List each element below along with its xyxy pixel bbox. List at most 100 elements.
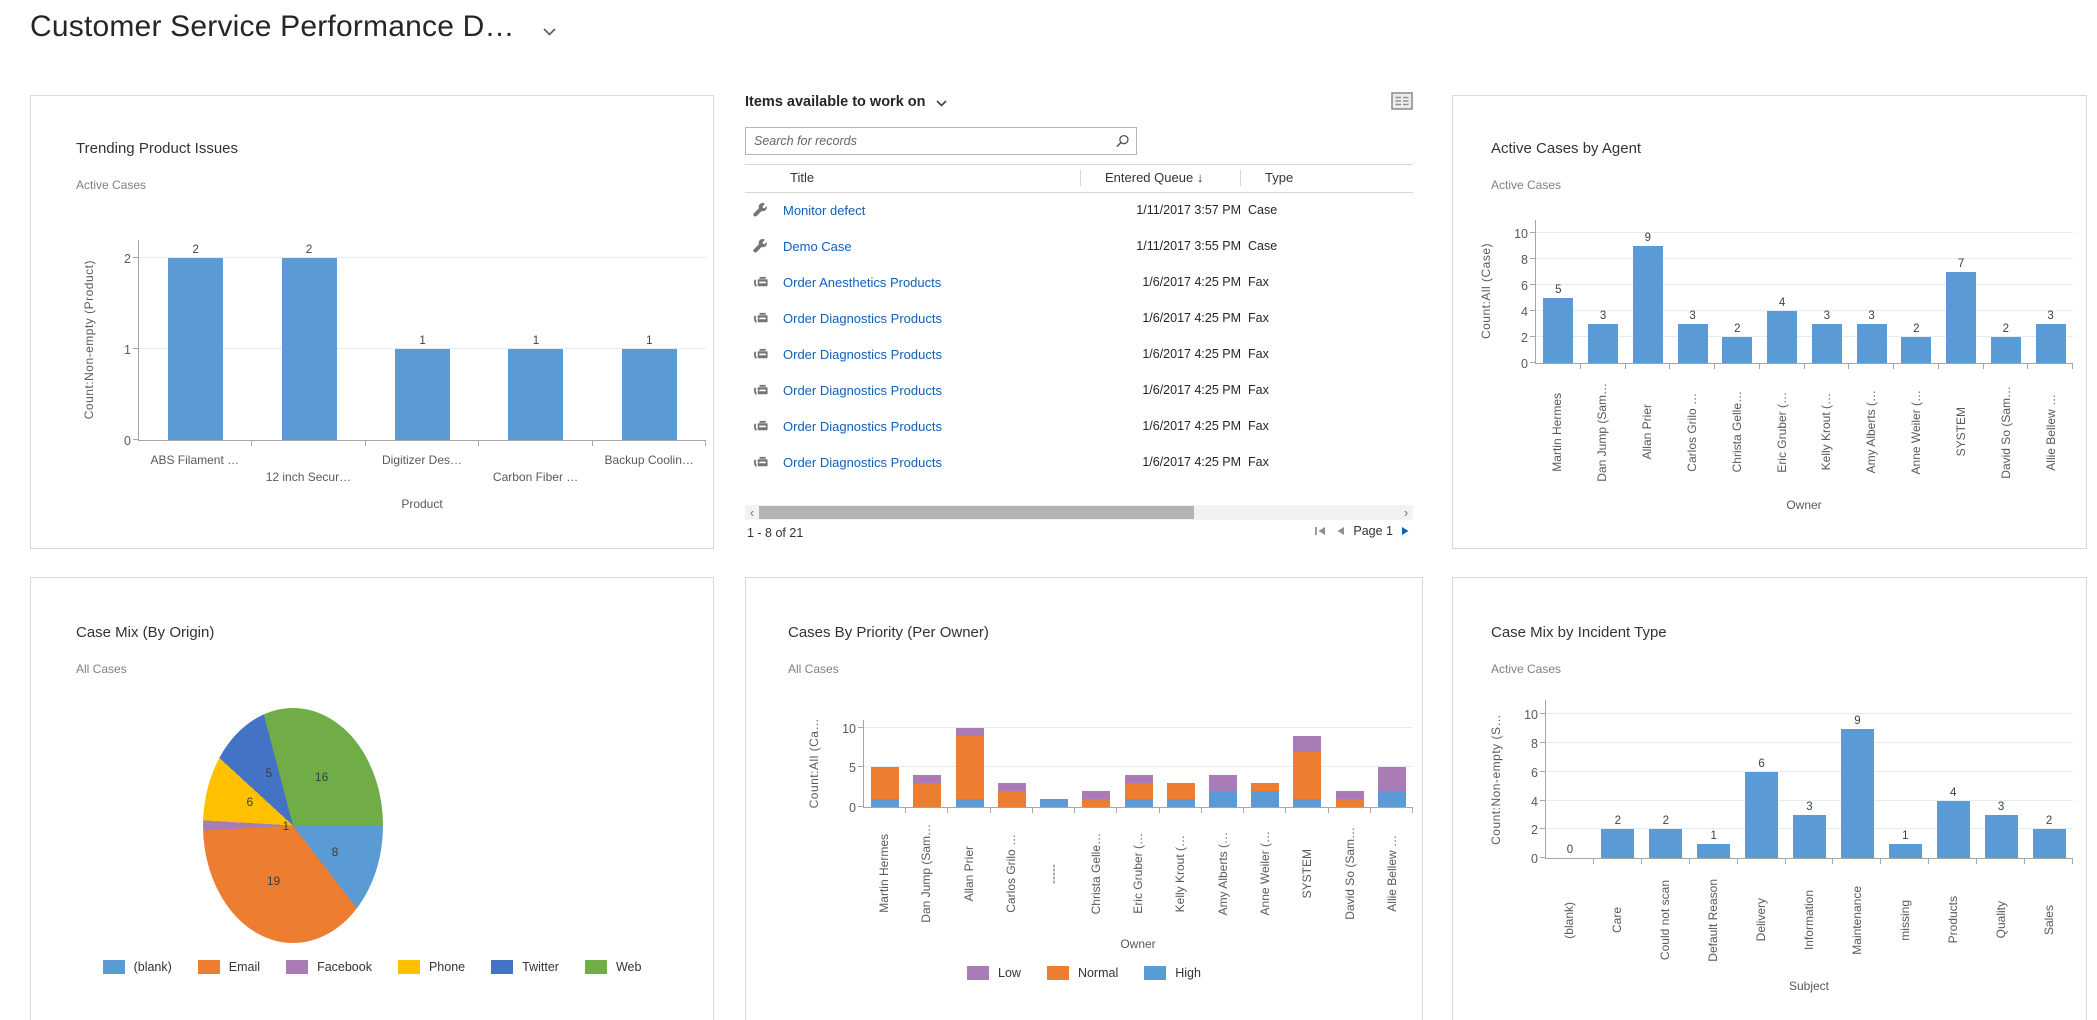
bar-segment-low[interactable] <box>956 728 984 736</box>
record-link[interactable]: Order Diagnostics Products <box>783 383 942 398</box>
bar[interactable] <box>1543 298 1573 363</box>
chevron-down-icon[interactable] <box>936 100 947 107</box>
stacked-bar[interactable] <box>1251 783 1279 807</box>
list-item[interactable]: Order Diagnostics Products1/6/2017 4:25 … <box>745 372 1413 408</box>
list-item[interactable]: Order Anesthetics Products1/6/2017 4:25 … <box>745 264 1413 300</box>
first-page-icon[interactable] <box>1314 525 1327 537</box>
bar-segment-high[interactable] <box>871 799 899 807</box>
stacked-bar[interactable] <box>871 767 899 807</box>
stacked-bar[interactable] <box>956 728 984 807</box>
bar[interactable] <box>1633 246 1663 363</box>
bar-segment-low[interactable] <box>1336 791 1364 799</box>
stacked-bar[interactable] <box>1336 791 1364 807</box>
record-link[interactable]: Demo Case <box>783 239 852 254</box>
record-link[interactable]: Order Anesthetics Products <box>783 275 941 290</box>
bar-segment-high[interactable] <box>1167 799 1195 807</box>
bar[interactable] <box>1588 324 1618 363</box>
stacked-bar[interactable] <box>1167 783 1195 807</box>
bar[interactable] <box>1841 729 1874 858</box>
bar-segment-normal[interactable] <box>998 791 1026 807</box>
next-page-icon[interactable] <box>1401 525 1411 537</box>
column-type[interactable]: Type <box>1265 170 1293 185</box>
bar[interactable] <box>1901 337 1931 363</box>
scrollbar-track[interactable] <box>759 505 1399 520</box>
previous-page-icon[interactable] <box>1335 525 1345 537</box>
bar-segment-high[interactable] <box>1251 791 1279 807</box>
list-item[interactable]: Order Diagnostics Products1/6/2017 4:25 … <box>745 300 1413 336</box>
stacked-bar[interactable] <box>1040 799 1068 807</box>
bar-segment-high[interactable] <box>1378 791 1406 807</box>
bar[interactable] <box>1678 324 1708 363</box>
bar-segment-normal[interactable] <box>1336 799 1364 807</box>
bar-segment-low[interactable] <box>1125 775 1153 783</box>
bar[interactable] <box>1601 829 1634 858</box>
bar-segment-normal[interactable] <box>1251 783 1279 791</box>
bar-segment-low[interactable] <box>998 783 1026 791</box>
queue-title[interactable]: Items available to work on <box>745 94 926 110</box>
stacked-bar[interactable] <box>998 783 1026 807</box>
list-item[interactable]: Monitor defect1/11/2017 3:57 PMCase <box>745 192 1413 228</box>
bar[interactable] <box>1857 324 1887 363</box>
stacked-bar[interactable] <box>1082 791 1110 807</box>
bar[interactable] <box>1745 772 1778 858</box>
bar[interactable] <box>622 349 677 440</box>
list-item[interactable]: Order Diagnostics Products1/6/2017 4:25 … <box>745 444 1413 480</box>
column-entered-queue[interactable]: Entered Queue ↓ <box>1105 170 1203 185</box>
bar[interactable] <box>1722 337 1752 363</box>
bar[interactable] <box>1946 272 1976 363</box>
scroll-left-icon[interactable]: ‹ <box>745 505 759 520</box>
bar[interactable] <box>1697 844 1730 858</box>
bar[interactable] <box>1767 311 1797 363</box>
stacked-bar[interactable] <box>1378 767 1406 807</box>
bar-segment-normal[interactable] <box>1082 799 1110 807</box>
record-link[interactable]: Order Diagnostics Products <box>783 419 942 434</box>
bar[interactable] <box>282 258 337 440</box>
bar-segment-high[interactable] <box>1209 791 1237 807</box>
bar[interactable] <box>1985 815 2018 858</box>
stacked-bar[interactable] <box>913 775 941 807</box>
bar[interactable] <box>1991 337 2021 363</box>
bar-segment-normal[interactable] <box>871 767 899 799</box>
bar[interactable] <box>1649 829 1682 858</box>
bar[interactable] <box>508 349 563 440</box>
scroll-right-icon[interactable]: › <box>1399 505 1413 520</box>
list-item[interactable]: Order Diagnostics Products1/6/2017 4:25 … <box>745 408 1413 444</box>
bar-segment-normal[interactable] <box>1125 783 1153 799</box>
record-link[interactable]: Order Diagnostics Products <box>783 347 942 362</box>
bar[interactable] <box>1889 844 1922 858</box>
stacked-bar[interactable] <box>1209 775 1237 807</box>
bar-segment-low[interactable] <box>1209 775 1237 791</box>
column-title[interactable]: Title <box>790 170 814 185</box>
queue-title-row[interactable]: Items available to work on <box>745 94 947 110</box>
search-icon[interactable] <box>1115 134 1130 149</box>
bar[interactable] <box>2033 829 2066 858</box>
bar[interactable] <box>168 258 223 440</box>
search-input[interactable] <box>746 134 1115 148</box>
bar-segment-normal[interactable] <box>1293 752 1321 799</box>
bar-segment-normal[interactable] <box>913 783 941 807</box>
bar[interactable] <box>1793 815 1826 858</box>
stacked-bar[interactable] <box>1293 736 1321 807</box>
bar-segment-normal[interactable] <box>1167 783 1195 799</box>
record-link[interactable]: Monitor defect <box>783 203 865 218</box>
pie-chart[interactable] <box>203 708 383 943</box>
bar-segment-low[interactable] <box>1378 767 1406 791</box>
bar-segment-high[interactable] <box>956 799 984 807</box>
bar-segment-high[interactable] <box>1125 799 1153 807</box>
list-item[interactable]: Order Diagnostics Products1/6/2017 4:25 … <box>745 336 1413 372</box>
stacked-bar[interactable] <box>1125 775 1153 807</box>
bar[interactable] <box>395 349 450 440</box>
bar-segment-high[interactable] <box>1040 799 1068 807</box>
bar[interactable] <box>1937 801 1970 858</box>
view-selector-grid-icon[interactable] <box>1391 92 1413 115</box>
bar[interactable] <box>2036 324 2066 363</box>
bar[interactable] <box>1812 324 1842 363</box>
bar-segment-low[interactable] <box>1082 791 1110 799</box>
bar-segment-normal[interactable] <box>956 736 984 799</box>
chevron-down-icon[interactable] <box>543 28 556 36</box>
bar-segment-high[interactable] <box>1293 799 1321 807</box>
list-item[interactable]: Demo Case1/11/2017 3:55 PMCase <box>745 228 1413 264</box>
scrollbar-thumb[interactable] <box>759 506 1194 519</box>
bar-segment-low[interactable] <box>913 775 941 783</box>
record-link[interactable]: Order Diagnostics Products <box>783 455 942 470</box>
